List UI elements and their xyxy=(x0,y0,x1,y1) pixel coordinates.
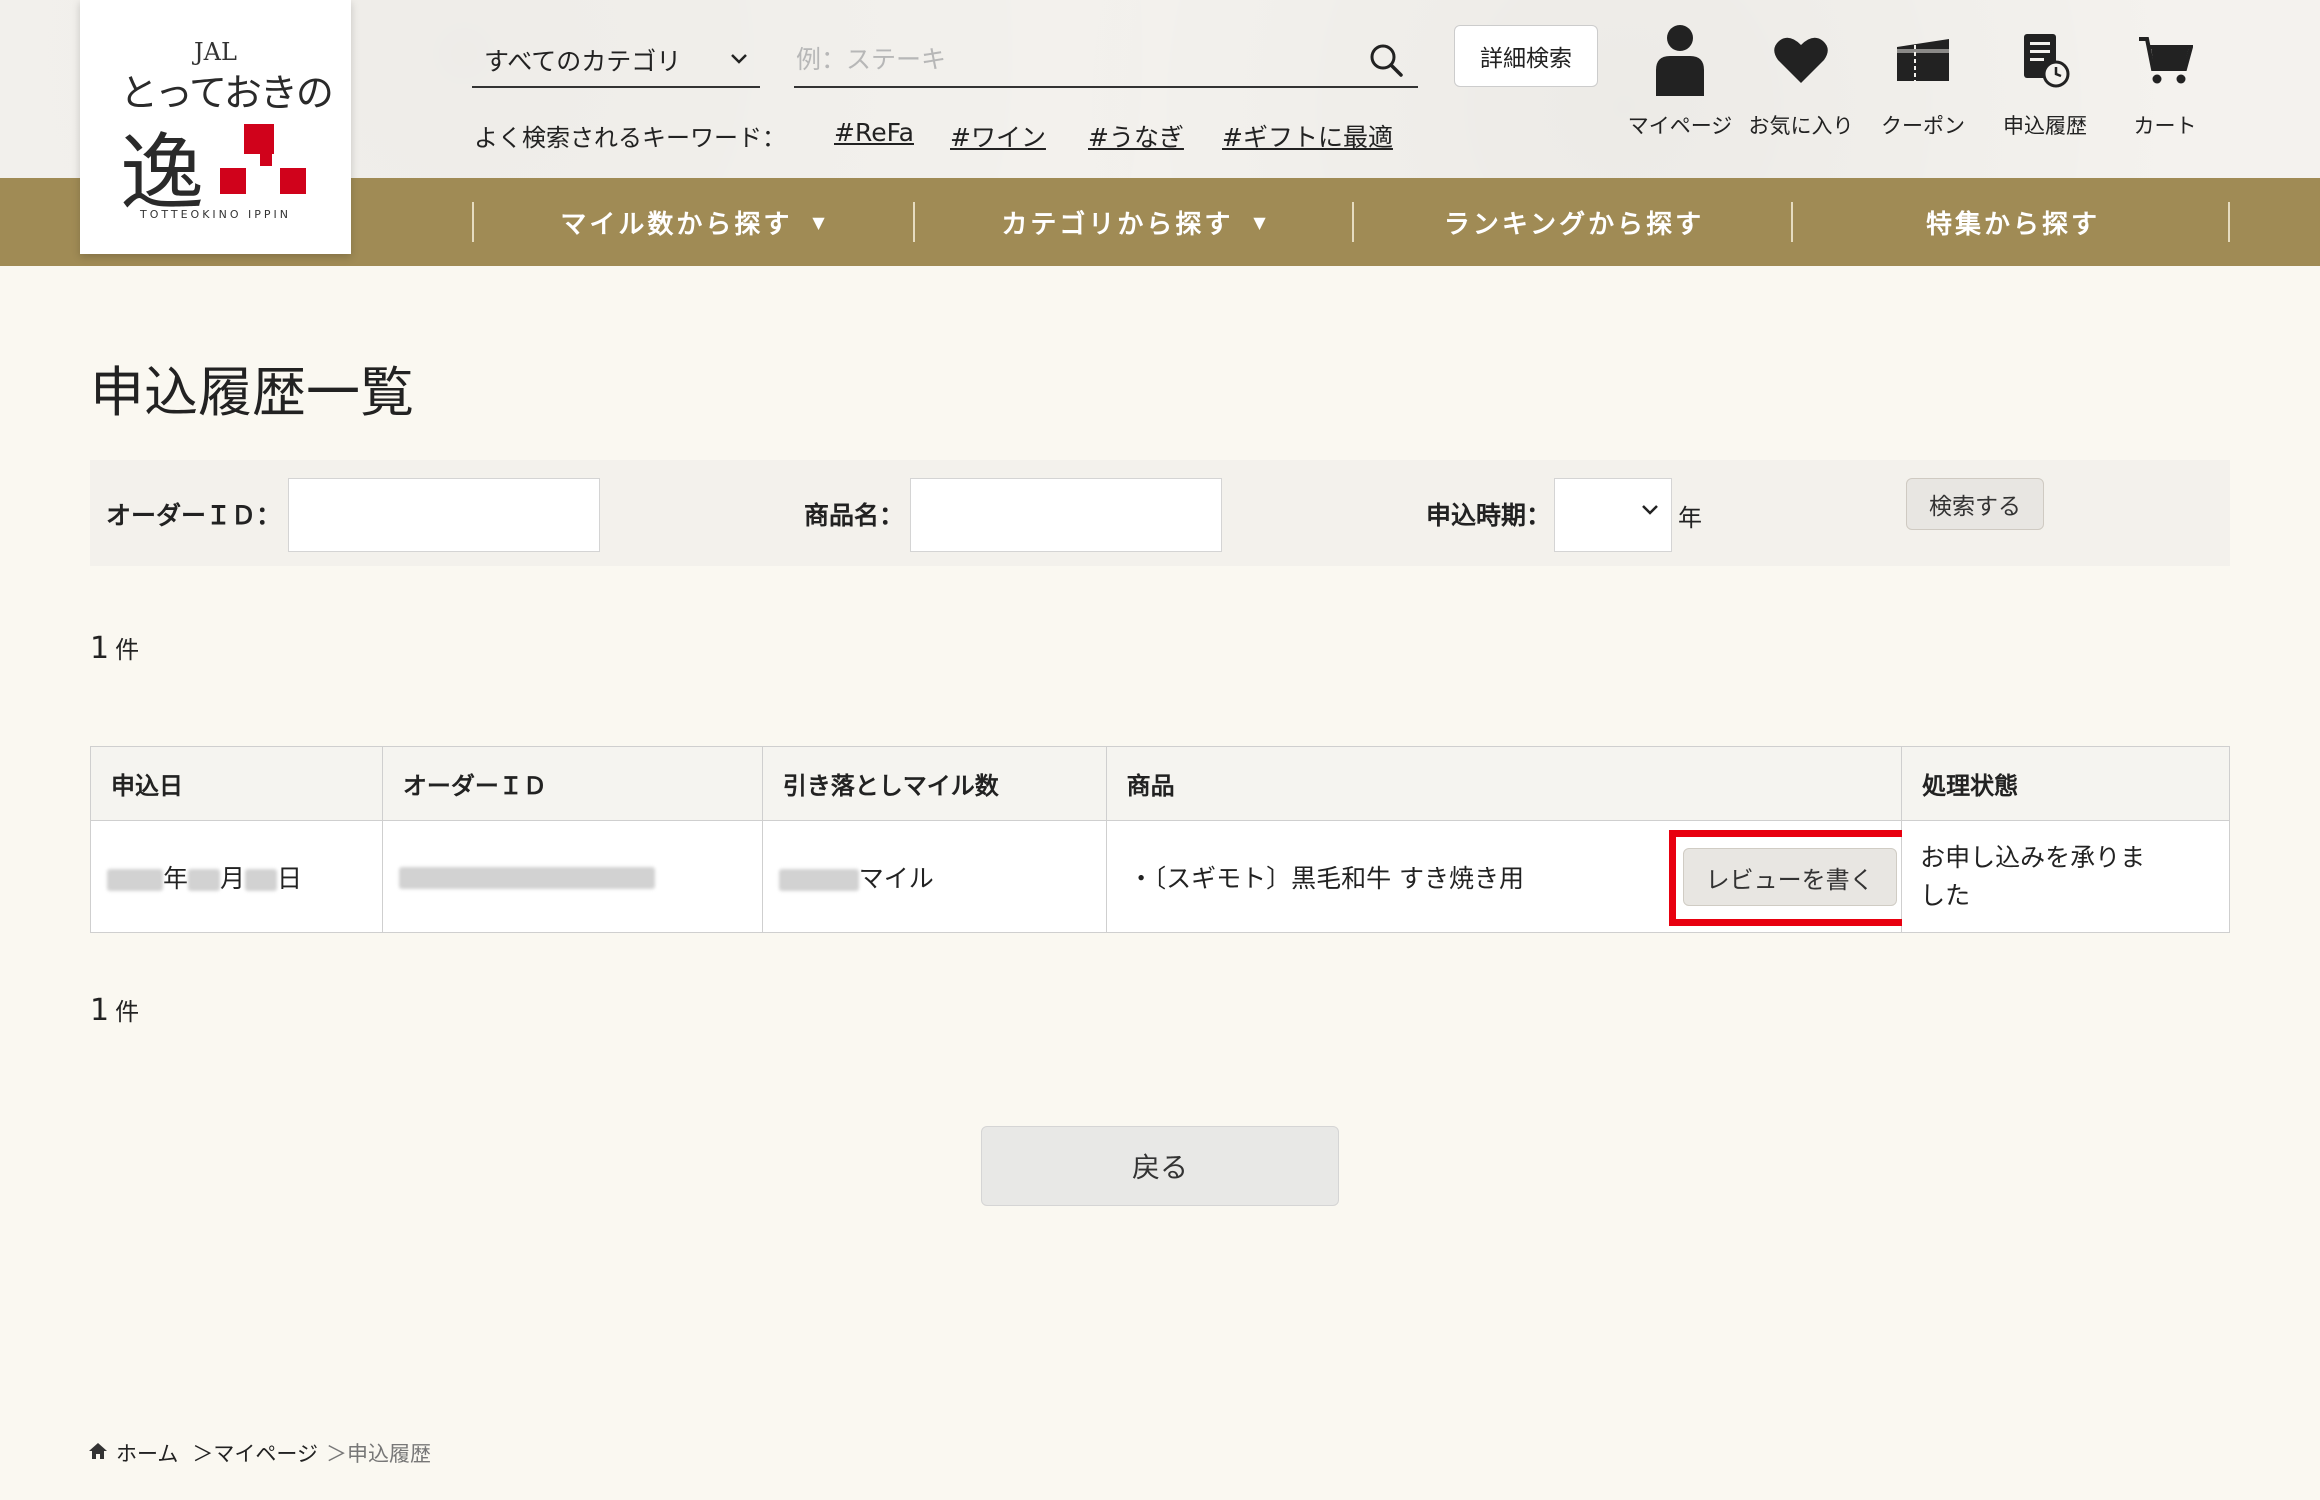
product-name[interactable]: ・〔スギモト〕黒毛和牛 すき焼き用 xyxy=(1129,864,1524,893)
back-button[interactable]: 戻る xyxy=(981,1126,1339,1206)
date-year-unit: 年 xyxy=(163,863,189,893)
caret-down-icon: ▼ xyxy=(1253,212,1269,232)
search-input[interactable] xyxy=(794,34,1354,84)
order-date-cell: 年月日 xyxy=(90,820,383,933)
mypage-label: マイページ xyxy=(1627,114,1733,138)
date-day-unit: 日 xyxy=(277,863,303,893)
column-header: 処理状態 xyxy=(1901,746,2230,821)
filter-panel: オーダーＩＤ： 商品名： 申込時期： 年 検索する xyxy=(90,460,2230,566)
column-header: オーダーＩＤ xyxy=(381,746,763,821)
search-icon[interactable] xyxy=(1366,40,1406,80)
mypage-link[interactable]: マイページ xyxy=(1625,20,1735,140)
favorites-label: お気に入り xyxy=(1748,114,1854,138)
keyword-link[interactable]: #ReFa xyxy=(834,118,914,147)
status-text: お申し込みを承りました xyxy=(1920,842,2146,910)
caret-down-icon: ▼ xyxy=(812,212,828,232)
result-count-value: 1 xyxy=(90,993,110,1028)
history-link[interactable]: 申込履歴 xyxy=(1990,20,2100,140)
table-row: 年 月 日 マイル ・〔スギモト〕黒毛和牛 すき焼き用 レビューを書く お申し込みを… xyxy=(90,820,2230,933)
logo-subtitle: TOTTEOKINO IPPIN xyxy=(139,208,292,221)
result-count-top: 1件 xyxy=(90,630,139,666)
order-id-label: オーダーＩＤ： xyxy=(106,501,282,530)
nav-item-ranking[interactable]: ランキングから探す xyxy=(1354,178,1794,266)
status-cell: お申し込みを承りました xyxy=(1901,820,2230,933)
cart-link[interactable]: カート xyxy=(2110,20,2220,140)
breadcrumb: ホーム ＞マイページ ＞申込履歴 xyxy=(88,1438,431,1468)
year-suffix: 年 xyxy=(1678,504,1702,532)
page-title: 申込履歴一覧 xyxy=(90,361,414,424)
favorites-link[interactable]: お気に入り xyxy=(1746,20,1856,140)
product-name-label: 商品名： xyxy=(804,501,905,530)
coupon-link[interactable]: クーポン xyxy=(1868,20,1978,140)
breadcrumb-current: ＞申込履歴 xyxy=(325,1442,431,1466)
logo-square xyxy=(260,154,272,166)
nav-item-label: マイル数から探す xyxy=(560,209,793,240)
redacted-text xyxy=(188,868,221,891)
chevron-down-icon xyxy=(1639,499,1661,527)
result-count-unit: 件 xyxy=(115,636,140,664)
result-count-unit: 件 xyxy=(115,998,140,1026)
breadcrumb-home[interactable]: ホーム xyxy=(116,1438,178,1468)
redacted-text xyxy=(398,867,655,889)
heart-icon xyxy=(1746,20,1856,100)
order-id-input[interactable] xyxy=(288,478,600,552)
redacted-text xyxy=(107,868,163,891)
cart-icon xyxy=(2110,20,2220,100)
column-header: 申込日 xyxy=(90,746,383,821)
category-select[interactable]: すべてのカテゴリ xyxy=(472,34,760,88)
logo-square xyxy=(244,124,274,154)
nav-item-feature[interactable]: 特集から探す xyxy=(1793,178,2233,266)
redacted-text xyxy=(245,868,278,891)
miles-cell: マイル xyxy=(761,820,1107,933)
column-header: 商品 xyxy=(1105,746,1903,821)
search-box xyxy=(794,34,1418,88)
nav-item-category[interactable]: カテゴリから探す ▼ xyxy=(915,178,1355,266)
chevron-down-icon xyxy=(728,48,750,76)
table-header-row: 申込日 オーダーＩＤ 引き落としマイル数 商品 処理状態 xyxy=(90,746,2230,821)
result-count-bottom: 1件 xyxy=(90,992,139,1028)
advanced-search-button[interactable]: 詳細検索 xyxy=(1454,25,1598,87)
coupon-icon xyxy=(1868,20,1978,100)
nav-item-label: カテゴリから探す xyxy=(1001,209,1234,240)
redacted-text xyxy=(778,868,859,891)
keyword-link[interactable]: #うなぎ xyxy=(1088,118,1184,154)
site-header: JAL とっておきの 逸 TOTTEOKINO IPPIN すべてのカテゴリ 詳… xyxy=(0,0,2320,254)
date-month-unit: 月 xyxy=(220,863,246,893)
product-cell: ・〔スギモト〕黒毛和牛 すき焼き用 レビューを書く xyxy=(1105,820,1915,933)
year-select[interactable] xyxy=(1554,478,1672,552)
keyword-link[interactable]: #ワイン xyxy=(950,118,1046,154)
order-id-cell xyxy=(381,820,763,933)
search-button[interactable]: 検索する xyxy=(1906,478,2044,530)
miles-unit: マイル xyxy=(858,863,934,893)
nav-item-label: ランキングから探す xyxy=(1443,209,1705,240)
nav-divider xyxy=(2228,202,2230,242)
site-logo[interactable]: JAL とっておきの 逸 TOTTEOKINO IPPIN xyxy=(80,0,351,254)
keyword-label: よく検索されるキーワード： xyxy=(474,124,786,152)
home-icon xyxy=(88,1441,108,1466)
history-icon xyxy=(1990,20,2100,100)
keyword-link[interactable]: #ギフトに最適 xyxy=(1222,118,1393,154)
coupon-label: クーポン xyxy=(1881,114,1965,138)
history-label: 申込履歴 xyxy=(2003,114,2087,138)
result-count-value: 1 xyxy=(90,631,110,666)
cart-label: カート xyxy=(2133,114,2197,138)
write-review-button[interactable]: レビューを書く xyxy=(1682,848,1897,906)
nav-item-miles[interactable]: マイル数から探す ▼ xyxy=(474,178,914,266)
order-history-table: 申込日 オーダーＩＤ 引き落としマイル数 商品 処理状態 年 月 日 マイル ・〔ス… xyxy=(90,746,2230,933)
logo-square xyxy=(280,168,306,194)
person-icon xyxy=(1625,20,1735,100)
column-header: 引き落としマイル数 xyxy=(761,746,1107,821)
period-label: 申込時期： xyxy=(1426,501,1552,530)
category-select-value: すべてのカテゴリ xyxy=(484,47,682,76)
nav-item-label: 特集から探す xyxy=(1925,209,2100,240)
logo-square xyxy=(220,168,246,194)
breadcrumb-mypage[interactable]: ＞マイページ xyxy=(192,1438,318,1468)
product-name-input[interactable] xyxy=(910,478,1222,552)
